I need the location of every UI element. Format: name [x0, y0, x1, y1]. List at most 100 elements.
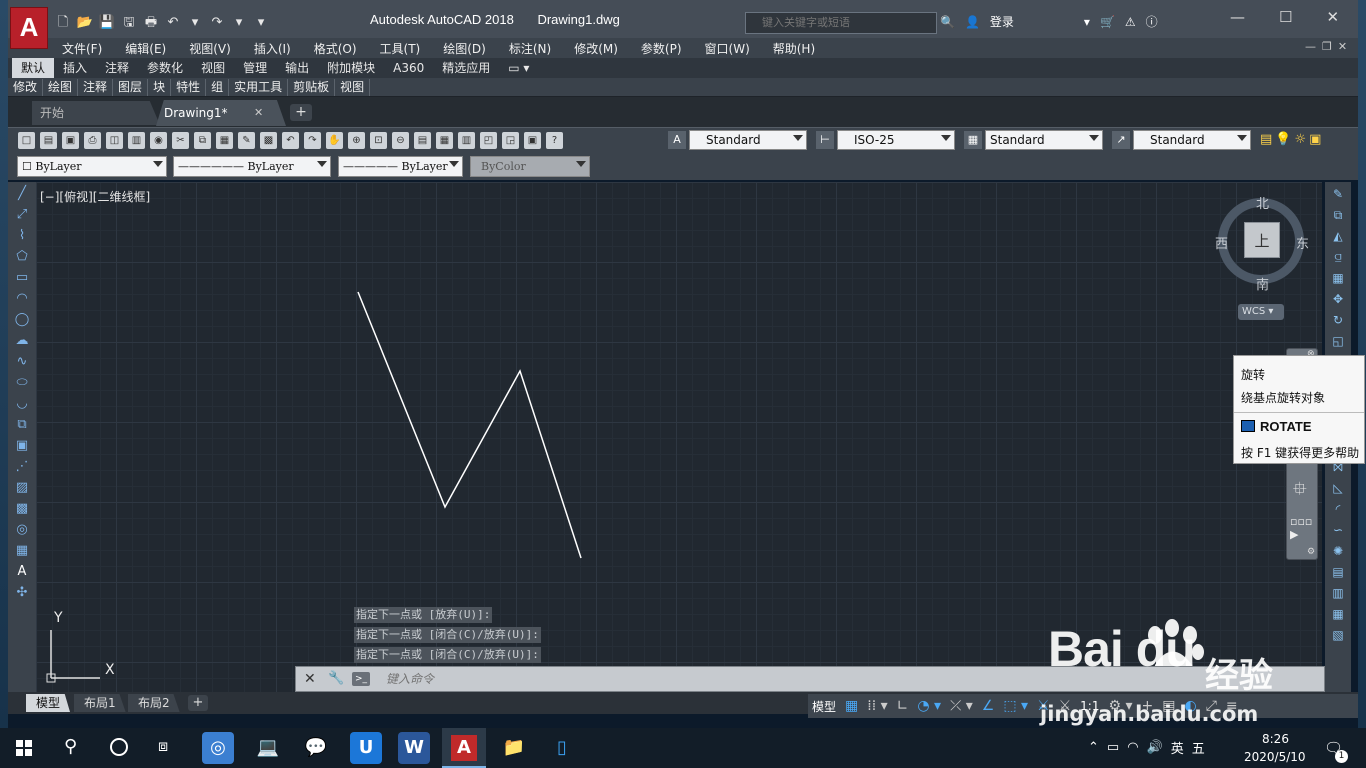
new-file-icon[interactable]: 🗋 [54, 14, 72, 32]
menu-format[interactable]: 格式(O) [314, 40, 357, 57]
erase-icon[interactable]: ✎ [1329, 186, 1347, 203]
dim-style-icon[interactable]: ⊢ [816, 131, 834, 149]
tab-featured-apps[interactable]: 精选应用 [433, 58, 499, 78]
ellipse-arc-icon[interactable]: ◡ [12, 395, 32, 413]
open-file-icon[interactable]: 📂 [76, 14, 94, 32]
zoom-realtime-icon[interactable]: ⊕ [348, 132, 365, 149]
help-icon[interactable]: ⓘ [1146, 13, 1158, 30]
chevron-up-icon[interactable]: ⌃ [1088, 740, 1099, 755]
explode-icon[interactable]: ✺ [1329, 543, 1347, 560]
tool-palettes-icon[interactable]: ▥ [458, 132, 475, 149]
menu-modify[interactable]: 修改(M) [574, 40, 618, 57]
menu-file[interactable]: 文件(F) [62, 40, 102, 57]
ime-mode[interactable]: 五 [1192, 738, 1205, 757]
panel-draw[interactable]: 绘图 [43, 78, 79, 96]
task-view-icon[interactable]: ⧈ [158, 736, 168, 756]
mleader-style-icon[interactable]: ↗ [1112, 131, 1130, 149]
search-input[interactable] [745, 12, 937, 34]
polygon-icon[interactable]: ⬠ [12, 248, 32, 266]
menu-insert[interactable]: 插入(I) [254, 40, 291, 57]
recent-commands-icon[interactable]: >_ [352, 672, 370, 686]
panel-block[interactable]: 块 [148, 78, 172, 96]
user-icon[interactable]: 👤 [965, 15, 980, 29]
chamfer-icon[interactable]: ◺ [1329, 480, 1347, 497]
calculator-icon[interactable]: ▣ [524, 132, 541, 149]
text-style-select[interactable]: Standard [689, 130, 807, 150]
pan-icon[interactable]: ✋ [326, 132, 343, 149]
cart-icon[interactable]: 🛒 [1100, 15, 1115, 29]
file-explorer-icon[interactable]: 📁 [498, 732, 530, 764]
point-icon[interactable]: ⋰ [12, 458, 32, 476]
panel-clipboard[interactable]: 剪贴板 [288, 78, 336, 96]
tab-output[interactable]: 输出 [276, 58, 318, 78]
menu-dimension[interactable]: 标注(N) [509, 40, 551, 57]
new-layout-button[interactable]: + [188, 695, 208, 711]
add-selected-icon[interactable]: ✣ [12, 584, 32, 602]
laptop-app-icon[interactable]: 💻 [252, 732, 284, 764]
layer-walk-icon[interactable]: ▦ [1329, 606, 1347, 623]
revision-cloud-icon[interactable]: ☁ [12, 332, 32, 350]
ellipse-icon[interactable]: ⬭ [12, 374, 32, 392]
polyline-icon[interactable]: ⌇ [12, 227, 32, 245]
panel-annotation[interactable]: 注释 [78, 78, 114, 96]
windows-start-icon[interactable] [16, 740, 32, 756]
gradient-icon[interactable]: ▩ [12, 500, 32, 518]
isodraft-icon[interactable]: ⤫ ▾ [950, 698, 973, 714]
redo-icon[interactable]: ↷ [208, 14, 226, 32]
tab-manage[interactable]: 管理 [234, 58, 276, 78]
make-block-icon[interactable]: ▣ [12, 437, 32, 455]
line-icon[interactable]: ╱ [12, 185, 32, 203]
close-tab-icon[interactable]: ✕ [254, 106, 263, 119]
undo-icon[interactable]: ↶ [282, 132, 299, 149]
polar-icon[interactable]: ◔ ▾ [917, 698, 941, 714]
ribbon-toggle-icon[interactable]: ▭ ▾ [499, 58, 538, 78]
ime-language[interactable]: 英 [1171, 738, 1184, 757]
orbit-icon[interactable]: ⯐ [1293, 477, 1307, 507]
customize-qat-icon[interactable]: ▾ [252, 14, 270, 32]
table-style-select[interactable]: Standard [985, 130, 1103, 150]
markup-icon[interactable]: ◲ [502, 132, 519, 149]
wifi-icon[interactable]: ◠ [1127, 740, 1138, 755]
tab-start[interactable]: 开始 [32, 101, 160, 125]
redo-icon[interactable]: ↷ [304, 132, 321, 149]
tab-drawing1[interactable]: Drawing1* [156, 100, 286, 126]
offset-icon[interactable]: ⫑ [1329, 249, 1347, 266]
save-icon[interactable]: 💾 [98, 14, 116, 32]
layer-select[interactable]: ☐ ByLayer [17, 156, 167, 177]
linetype-select[interactable]: —————— ByLayer [173, 156, 331, 177]
menu-tools[interactable]: 工具(T) [380, 40, 421, 57]
redo-dropdown-icon[interactable]: ▾ [230, 14, 248, 32]
showmotion-icon[interactable]: ▫▫▫ ▶ [1290, 515, 1312, 541]
text-style-icon[interactable]: A [668, 131, 686, 149]
u-disk-app-icon[interactable]: U [350, 732, 382, 764]
panel-properties[interactable]: 特性 [171, 78, 207, 96]
tab-home[interactable]: 默认 [12, 58, 55, 78]
draworder-back-icon[interactable]: ▥ [1329, 585, 1347, 602]
array-icon[interactable]: ▦ [1329, 270, 1347, 287]
move-icon[interactable]: ✥ [1329, 291, 1347, 308]
save-icon[interactable]: ▣ [62, 132, 79, 149]
model-space-button[interactable]: 模型 [812, 698, 836, 715]
screenshot-app-icon[interactable]: ◎ [202, 732, 234, 764]
menu-help[interactable]: 帮助(H) [773, 40, 815, 57]
qnew-icon[interactable]: □ [18, 132, 35, 149]
spline-icon[interactable]: ∿ [12, 353, 32, 371]
command-input[interactable] [386, 671, 986, 687]
panel-layers[interactable]: 图层 [113, 78, 149, 96]
autocad-taskbar-icon[interactable]: A [442, 728, 486, 768]
zoom-previous-icon[interactable]: ⊖ [392, 132, 409, 149]
undo-icon[interactable]: ↶ [164, 14, 182, 32]
print-icon[interactable]: 🖶 [142, 14, 160, 32]
mirror-icon[interactable]: ◭ [1329, 228, 1347, 245]
region-icon[interactable]: ◎ [12, 521, 32, 539]
hatch-icon[interactable]: ▨ [12, 479, 32, 497]
tab-layout2[interactable]: 布局2 [128, 694, 180, 712]
tab-addins[interactable]: 附加模块 [318, 58, 384, 78]
close-icon[interactable]: ✕ [1326, 8, 1339, 26]
drawing-canvas[interactable] [36, 182, 1322, 692]
minimize-icon[interactable]: — [1230, 8, 1245, 26]
mleader-style-select[interactable]: Standard [1133, 130, 1251, 150]
wechat-icon[interactable]: 💬 [300, 732, 332, 764]
word-icon[interactable]: W [398, 732, 430, 764]
block-editor-icon[interactable]: ▩ [260, 132, 277, 149]
